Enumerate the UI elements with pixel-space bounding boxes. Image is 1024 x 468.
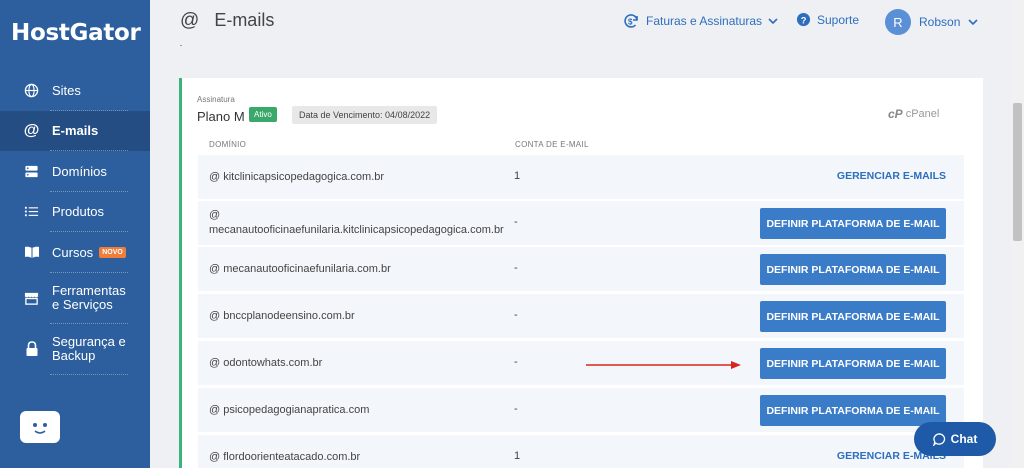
subscription-label: Assinatura — [197, 95, 235, 104]
sidebar-item-label: Produtos — [52, 204, 105, 220]
list-icon — [23, 203, 40, 220]
sidebar-item-sites[interactable]: Sites — [0, 70, 150, 111]
cpanel-link[interactable]: cP cPanel — [888, 107, 939, 121]
globe-icon — [23, 82, 40, 99]
page-title: @ E-mails — [180, 10, 274, 32]
sidebar-item-label-line1: Segurança e — [52, 334, 126, 349]
domain-name: @ psicopedagogianapratica.com — [209, 404, 370, 416]
top-header: @ E-mails $ Faturas e Assinaturas ? Supo… — [150, 0, 1024, 48]
chevron-down-icon — [968, 18, 978, 26]
email-account-count: 1 — [514, 170, 521, 182]
email-account-count: - — [514, 216, 518, 228]
support-link[interactable]: ? Suporte — [796, 12, 859, 27]
sidebar-item-label: Cursos — [52, 244, 94, 260]
user-name: Robson — [919, 15, 961, 29]
at-icon: @ — [23, 121, 40, 139]
due-date-badge: Data de Vencimento: 04/08/2022 — [292, 106, 438, 124]
table-row: @ bnccplanodeensino.com.br - DEFINIR PLA… — [198, 294, 964, 338]
domain-name: @ flordoorienteatacado.com.br — [209, 451, 361, 463]
table-row: @ mecanautooficinaefunilaria.kitclinicap… — [198, 201, 964, 245]
email-account-count: - — [514, 356, 518, 368]
sidebar-item-emails[interactable]: @ E-mails — [0, 110, 150, 151]
define-email-platform-button[interactable]: DEFINIR PLATAFORMA DE E-MAIL — [760, 348, 946, 379]
sidebar-item-produtos[interactable]: Produtos — [0, 192, 150, 233]
at-icon: @ — [180, 10, 200, 31]
page-scrollbar[interactable] — [1011, 0, 1024, 468]
define-email-platform-button[interactable]: DEFINIR PLATAFORMA DE E-MAIL — [760, 208, 946, 239]
scrollbar-thumb[interactable] — [1013, 103, 1022, 241]
cpanel-label: cPanel — [905, 108, 940, 120]
help-icon: ? — [796, 12, 811, 27]
billing-refresh-icon: $ — [622, 12, 640, 30]
page-title-text: E-mails — [214, 10, 275, 30]
table-row: @ mecanautooficinaefunilaria.com.br - DE… — [198, 247, 964, 291]
support-label: Suporte — [817, 12, 860, 27]
define-email-platform-button[interactable]: DEFINIR PLATAFORMA DE E-MAIL — [760, 254, 946, 285]
chat-button[interactable]: Chat — [914, 422, 996, 456]
sidebar-item-dominios[interactable]: Domínios — [0, 151, 150, 192]
column-header-domain: DOMÍNIO — [209, 140, 247, 149]
email-account-count: - — [514, 309, 518, 321]
email-account-count: - — [514, 262, 518, 274]
sidebar-item-label: Segurança e Backup — [52, 335, 126, 363]
chevron-down-icon — [768, 17, 778, 25]
billing-menu[interactable]: $ Faturas e Assinaturas — [622, 12, 778, 30]
server-icon — [23, 163, 40, 180]
sidebar: HostGator Sites @ E-mails Domínios Produ… — [0, 0, 150, 468]
sidebar-item-label: E-mails — [52, 123, 99, 139]
sidebar-item-label: Domínios — [52, 163, 107, 179]
book-icon — [23, 244, 40, 261]
avatar: R — [885, 9, 911, 35]
annotation-arrow-icon — [586, 361, 741, 369]
domain-name: @ mecanautooficinaefunilaria.kitclinicap… — [209, 208, 504, 238]
cpanel-icon: cP — [888, 107, 903, 121]
chat-bubble-icon — [932, 432, 946, 446]
subscription-card: Assinatura Plano M Ativo Data de Vencime… — [179, 78, 983, 468]
sidebar-item-label-line2: e Serviços — [52, 297, 113, 312]
domain-name: @ kitclinicapsicopedagogica.com.br — [209, 171, 385, 183]
table-row: @ kitclinicapsicopedagogica.com.br 1 GER… — [198, 155, 964, 199]
domain-name-line1: @ — [209, 209, 221, 221]
lock-icon — [23, 341, 40, 358]
sidebar-nav: Sites @ E-mails Domínios Produtos Cursos… — [0, 70, 150, 375]
email-account-count: 1 — [514, 450, 521, 462]
sidebar-item-label: Ferramentas e Serviços — [52, 284, 126, 312]
manage-emails-link[interactable]: GERENCIAR E-MAILS — [837, 170, 946, 182]
sidebar-item-label-line1: Ferramentas — [52, 283, 126, 298]
plan-name: Plano M — [197, 109, 245, 124]
table-row: @ psicopedagogianapratica.com - DEFINIR … — [198, 388, 964, 432]
email-account-count: - — [514, 403, 518, 415]
svg-text:?: ? — [801, 15, 807, 25]
table-row: @ odontowhats.com.br - DEFINIR PLATAFORM… — [198, 341, 964, 385]
sidebar-item-label-line2: Backup — [52, 348, 96, 363]
table-row: @ flordoorienteatacado.com.br 1 GERENCIA… — [198, 435, 964, 468]
column-header-email-account: CONTA DE E-MAIL — [515, 140, 589, 149]
domain-name: @ bnccplanodeensino.com.br — [209, 310, 355, 322]
store-icon — [23, 290, 40, 307]
sidebar-item-label: Sites — [52, 82, 81, 98]
domain-name: @ mecanautooficinaefunilaria.com.br — [209, 263, 391, 275]
domain-name-line2: mecanautooficinaefunilaria.kitclinicapsi… — [209, 224, 504, 236]
billing-menu-label: Faturas e Assinaturas — [646, 14, 763, 28]
sidebar-item-cursos[interactable]: Cursos NOVO — [0, 232, 150, 273]
sidebar-item-seguranca[interactable]: Segurança e Backup — [0, 324, 150, 375]
status-badge: Ativo — [249, 107, 277, 122]
define-email-platform-button[interactable]: DEFINIR PLATAFORMA DE E-MAIL — [760, 301, 946, 332]
chat-label: Chat — [950, 432, 978, 446]
define-email-platform-button[interactable]: DEFINIR PLATAFORMA DE E-MAIL — [760, 395, 946, 426]
chatbot-avatar-icon[interactable] — [20, 411, 60, 443]
brand-logo[interactable]: HostGator — [11, 20, 141, 46]
divider — [180, 45, 182, 46]
domain-name: @ odontowhats.com.br — [209, 357, 323, 369]
sidebar-item-ferramentas[interactable]: Ferramentas e Serviços — [0, 273, 150, 324]
svg-text:$: $ — [628, 18, 633, 27]
new-badge: NOVO — [99, 246, 126, 258]
user-menu[interactable]: R Robson — [885, 9, 978, 35]
